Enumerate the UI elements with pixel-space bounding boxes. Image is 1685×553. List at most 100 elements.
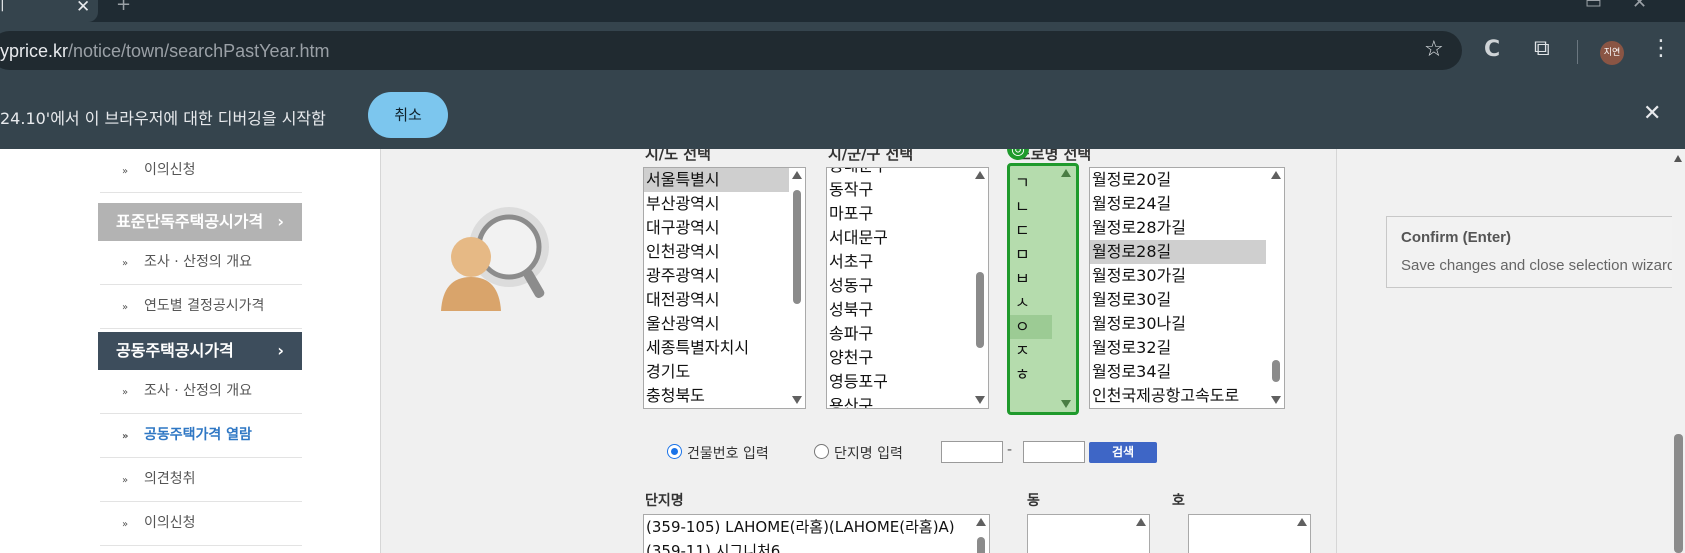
building-number-main-input[interactable] bbox=[941, 441, 1003, 463]
list-item[interactable]: 월정로24길 bbox=[1090, 192, 1284, 216]
dong-listbox[interactable] bbox=[1027, 514, 1150, 553]
scrollbar[interactable] bbox=[1294, 515, 1310, 553]
search-button[interactable]: 검색 bbox=[1089, 442, 1157, 463]
nav-item-survey-overview-1[interactable]: » 조사 · 산정의 개요 bbox=[100, 241, 302, 285]
nav-item-yearly-price[interactable]: » 연도별 결정공시가격 bbox=[100, 285, 302, 329]
dash-separator: - bbox=[1007, 442, 1013, 458]
scroll-up-icon[interactable] bbox=[792, 171, 802, 179]
bullet-icon: » bbox=[122, 475, 129, 486]
scroll-up-icon[interactable] bbox=[1297, 518, 1307, 526]
scroll-thumb[interactable] bbox=[1272, 360, 1280, 382]
scrollbar[interactable] bbox=[973, 515, 989, 553]
scroll-up-icon[interactable] bbox=[1136, 518, 1146, 526]
cancel-debug-button[interactable]: 취소 bbox=[368, 92, 448, 138]
list-item[interactable]: 서초구 bbox=[827, 250, 988, 274]
list-item[interactable]: 동대문구 bbox=[827, 168, 988, 178]
scroll-thumb[interactable] bbox=[977, 537, 985, 553]
list-item[interactable]: 월정로30가길 bbox=[1090, 264, 1284, 288]
list-item[interactable]: 세종특별자치시 bbox=[644, 336, 805, 360]
puzzle-icon[interactable]: ⧉ bbox=[1534, 36, 1550, 61]
list-item[interactable]: 서울특별시 bbox=[644, 168, 805, 192]
ho-label: 호 bbox=[1172, 493, 1185, 509]
nav-item-objection-2[interactable]: » 이의신청 bbox=[100, 502, 302, 546]
scroll-thumb[interactable] bbox=[976, 272, 984, 348]
list-item[interactable]: 양천구 bbox=[827, 346, 988, 370]
scrollbar[interactable] bbox=[1058, 166, 1074, 412]
scroll-up-icon[interactable] bbox=[976, 518, 986, 526]
sigungu-listbox[interactable]: 동대문구 동작구 마포구 서대문구 서초구 성동구 성북구 송파구 양천구 영등… bbox=[826, 167, 989, 409]
scroll-down-icon[interactable] bbox=[1061, 400, 1071, 408]
list-item[interactable]: 월정로20길 bbox=[1090, 168, 1284, 192]
kebab-menu-icon[interactable]: ⋮ bbox=[1650, 36, 1672, 61]
list-item[interactable]: 성북구 bbox=[827, 298, 988, 322]
list-item[interactable]: 월정로28길 bbox=[1090, 240, 1266, 264]
nav-item-opinion[interactable]: » 의견청취 bbox=[100, 458, 302, 502]
list-item[interactable]: 월정로32길 bbox=[1090, 336, 1284, 360]
list-item[interactable]: 마포구 bbox=[827, 202, 988, 226]
close-window-icon[interactable]: ✕ bbox=[1632, 0, 1677, 13]
list-item[interactable]: 월정로34길 bbox=[1090, 360, 1284, 384]
list-item[interactable]: 서대문구 bbox=[827, 226, 988, 250]
list-item[interactable]: 인천광역시 bbox=[644, 240, 805, 264]
list-item[interactable]: 성동구 bbox=[827, 274, 988, 298]
scrollbar[interactable] bbox=[972, 168, 988, 408]
ho-listbox[interactable] bbox=[1188, 514, 1311, 553]
list-item[interactable]: 대전광역시 bbox=[644, 288, 805, 312]
nav-item-survey-overview-2[interactable]: » 조사 · 산정의 개요 bbox=[100, 370, 302, 414]
scroll-thumb[interactable] bbox=[793, 190, 801, 304]
complex-listbox[interactable]: (359-105) LAHOME(라홈)(LAHOME(라홈)A) (359-1… bbox=[643, 514, 990, 553]
radio-complex-name[interactable] bbox=[814, 444, 829, 459]
list-item[interactable]: 영등포구 bbox=[827, 370, 988, 394]
scrollbar[interactable] bbox=[1133, 515, 1149, 553]
nav-item-apartment-price-view[interactable]: » 공동주택가격 열람 bbox=[100, 414, 302, 458]
extension-c-icon[interactable]: C bbox=[1484, 37, 1500, 62]
scroll-down-icon[interactable] bbox=[792, 396, 802, 404]
list-item[interactable]: 경기도 bbox=[644, 360, 805, 384]
tab-close-icon[interactable]: ✕ bbox=[76, 0, 90, 17]
list-item[interactable]: 용산구 bbox=[827, 394, 988, 408]
infobar-close-icon[interactable]: ✕ bbox=[1643, 101, 1661, 126]
building-number-sub-input[interactable] bbox=[1023, 441, 1085, 463]
avatar[interactable]: 지연 bbox=[1600, 41, 1624, 65]
list-item[interactable]: 월정로28가길 bbox=[1090, 216, 1284, 240]
url-text[interactable]: yprice.kr/notice/town/searchPastYear.htm bbox=[0, 41, 330, 62]
scroll-down-icon[interactable] bbox=[975, 396, 985, 404]
scroll-thumb[interactable] bbox=[1674, 434, 1683, 553]
list-item[interactable]: 동작구 bbox=[827, 178, 988, 202]
scroll-down-icon[interactable] bbox=[1271, 396, 1281, 404]
infobar-message: 24.10'에서 이 브라우저에 대한 디버깅을 시작함 bbox=[0, 109, 326, 128]
road-listbox[interactable]: 월정로20길 월정로24길 월정로28가길 월정로28길 월정로30가길 월정로… bbox=[1089, 167, 1285, 409]
tooltip-title: Confirm (Enter) bbox=[1401, 229, 1511, 246]
scroll-up-icon[interactable] bbox=[1674, 155, 1682, 162]
list-item[interactable]: 대구광역시 bbox=[644, 216, 805, 240]
list-item[interactable]: 인천국제공항고속도로 bbox=[1090, 384, 1284, 408]
list-item[interactable]: ㅇ bbox=[1010, 315, 1052, 339]
new-tab-icon[interactable]: + bbox=[116, 0, 131, 15]
page-scrollbar[interactable] bbox=[1672, 149, 1685, 553]
chevron-right-icon: › bbox=[277, 212, 284, 231]
radio-building-number[interactable] bbox=[667, 444, 682, 459]
list-item[interactable]: 월정로30나길 bbox=[1090, 312, 1284, 336]
sido-listbox[interactable]: 서울특별시 부산광역시 대구광역시 인천광역시 광주광역시 대전광역시 울산광역… bbox=[643, 167, 806, 409]
scroll-up-icon[interactable] bbox=[1271, 171, 1281, 179]
list-item[interactable]: 월정로30길 bbox=[1090, 288, 1284, 312]
list-item[interactable]: 부산광역시 bbox=[644, 192, 805, 216]
list-item[interactable]: 광주광역시 bbox=[644, 264, 805, 288]
nav-item-objection-1[interactable]: » 이의신청 bbox=[100, 149, 302, 193]
list-item[interactable]: 울산광역시 bbox=[644, 312, 805, 336]
list-item[interactable]: 충청북도 bbox=[644, 384, 805, 408]
nav-header-standard-house[interactable]: 표준단독주택공시가격 › bbox=[98, 203, 302, 241]
window-controls[interactable]: ▭✕ bbox=[1585, 0, 1677, 13]
list-item[interactable]: (359-105) LAHOME(라홈)(LAHOME(라홈)A) bbox=[644, 515, 989, 539]
scroll-up-icon[interactable] bbox=[1061, 169, 1071, 177]
scrollbar[interactable] bbox=[1268, 168, 1284, 408]
list-item[interactable]: 송파구 bbox=[827, 322, 988, 346]
scroll-up-icon[interactable] bbox=[975, 171, 985, 179]
web-page: » 이의신청 표준단독주택공시가격 › » 조사 · 산정의 개요 » 연도별 결정공시… bbox=[0, 149, 1672, 553]
consonant-listbox[interactable]: ㄱ ㄴ ㄷ ㅁ ㅂ ㅅ ㅇ ㅈ ㅎ bbox=[1007, 163, 1079, 415]
scrollbar[interactable] bbox=[789, 168, 805, 408]
star-icon[interactable]: ☆ bbox=[1424, 37, 1444, 62]
maximize-icon[interactable]: ▭ bbox=[1585, 0, 1632, 13]
nav-header-apartment[interactable]: 공동주택공시가격 › bbox=[98, 332, 302, 370]
list-item[interactable]: (359-11) 시그니처6 bbox=[644, 539, 989, 553]
